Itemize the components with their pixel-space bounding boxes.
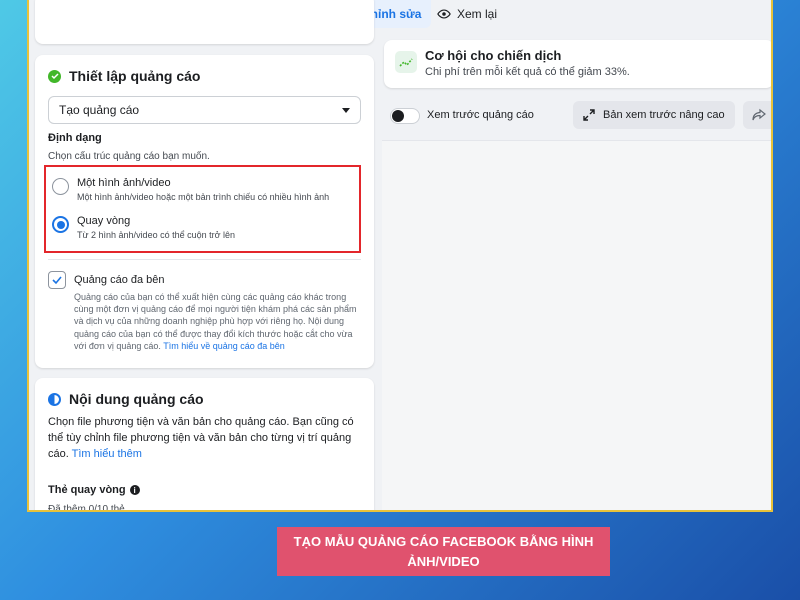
ad-content-desc: Chọn file phương tiện và văn bản cho quả… xyxy=(48,414,363,462)
caption-banner: TẠO MẪU QUẢNG CÁO FACEBOOK BẰNG HÌNH ẢNH… xyxy=(277,527,610,576)
share-arrow-icon xyxy=(752,108,766,121)
format-options-highlight: Một hình ảnh/video Một hình ảnh/video ho… xyxy=(44,165,361,253)
format-label: Định dạng xyxy=(48,132,102,144)
eye-icon xyxy=(437,9,451,19)
ad-preview-label: Xem trước quảng cáo xyxy=(427,109,534,121)
format-hint: Chọn cấu trúc quảng cáo bạn muốn. xyxy=(48,151,210,162)
ads-manager-window: Chỉnh sửa Xem lại Thiết lập quảng cáo Tạ… xyxy=(27,0,773,512)
advanced-preview-label: Bản xem trước nâng cao xyxy=(603,109,725,121)
carousel-cards-label: Thẻ quay vòng i xyxy=(48,484,140,496)
half-circle-icon xyxy=(48,392,61,406)
radio-carousel[interactable] xyxy=(52,216,69,233)
ad-content-title: Nội dung quảng cáo xyxy=(69,391,204,407)
format-option-single[interactable]: Một hình ảnh/video Một hình ảnh/video ho… xyxy=(52,177,329,202)
ad-preview-toggle[interactable] xyxy=(390,108,420,124)
expand-icon xyxy=(583,109,595,121)
check-circle-icon xyxy=(48,69,61,83)
trend-up-icon xyxy=(395,51,417,73)
opportunity-title: Cơ hội cho chiến dịch xyxy=(425,48,562,63)
ad-content-heading: Nội dung quảng cáo xyxy=(48,391,204,407)
advanced-preview-button[interactable]: Bản xem trước nâng cao xyxy=(573,101,735,129)
carousel-cards-label-text: Thẻ quay vòng xyxy=(48,484,126,496)
option-single-title: Một hình ảnh/video xyxy=(77,177,171,189)
checkmark-icon xyxy=(52,276,62,285)
multi-advertiser-title: Quảng cáo đa bên xyxy=(74,274,165,286)
ad-content-card: Nội dung quảng cáo Chọn file phương tiện… xyxy=(35,378,374,512)
ad-creation-select[interactable]: Tạo quảng cáo xyxy=(48,96,361,124)
previous-section-card xyxy=(35,0,374,44)
option-carousel-desc: Từ 2 hình ảnh/video có thể cuộn trở lên xyxy=(77,230,236,240)
info-icon[interactable]: i xyxy=(129,485,140,495)
multi-advertiser-checkbox[interactable] xyxy=(48,271,66,289)
opportunity-desc: Chi phí trên mỗi kết quả có thể giảm 33%… xyxy=(425,66,630,78)
divider xyxy=(48,259,361,260)
caret-down-icon xyxy=(342,107,350,113)
ad-preview-area xyxy=(382,140,771,510)
tab-review[interactable]: Xem lại xyxy=(427,0,507,28)
multi-advertiser-desc: Quảng cáo của bạn có thể xuất hiện cùng … xyxy=(74,291,364,352)
radio-single-media[interactable] xyxy=(52,178,69,195)
share-button[interactable] xyxy=(743,101,771,129)
ad-setup-card: Thiết lập quảng cáo Tạo quảng cáo Định d… xyxy=(35,55,374,368)
ad-setup-title: Thiết lập quảng cáo xyxy=(69,68,201,84)
option-single-desc: Một hình ảnh/video hoặc một bản trình ch… xyxy=(77,192,330,202)
ad-creation-select-value: Tạo quảng cáo xyxy=(59,103,140,117)
learn-more-link[interactable]: Tìm hiểu thêm xyxy=(72,448,142,460)
multi-advertiser-learn-link[interactable]: Tìm hiểu về quảng cáo đa bên xyxy=(163,341,285,351)
cards-added-count: Đã thêm 0/10 thẻ xyxy=(48,504,125,512)
preview-toolbar: Xem trước quảng cáo Bản xem trước nâng c… xyxy=(382,96,771,140)
option-carousel-title: Quay vòng xyxy=(77,215,131,227)
tab-review-label: Xem lại xyxy=(457,7,498,21)
campaign-opportunity-card[interactable]: Cơ hội cho chiến dịch Chi phí trên mỗi k… xyxy=(384,40,771,88)
ad-setup-heading: Thiết lập quảng cáo xyxy=(48,68,200,84)
format-option-carousel[interactable]: Quay vòng Từ 2 hình ảnh/video có thể cuộ… xyxy=(52,215,235,240)
